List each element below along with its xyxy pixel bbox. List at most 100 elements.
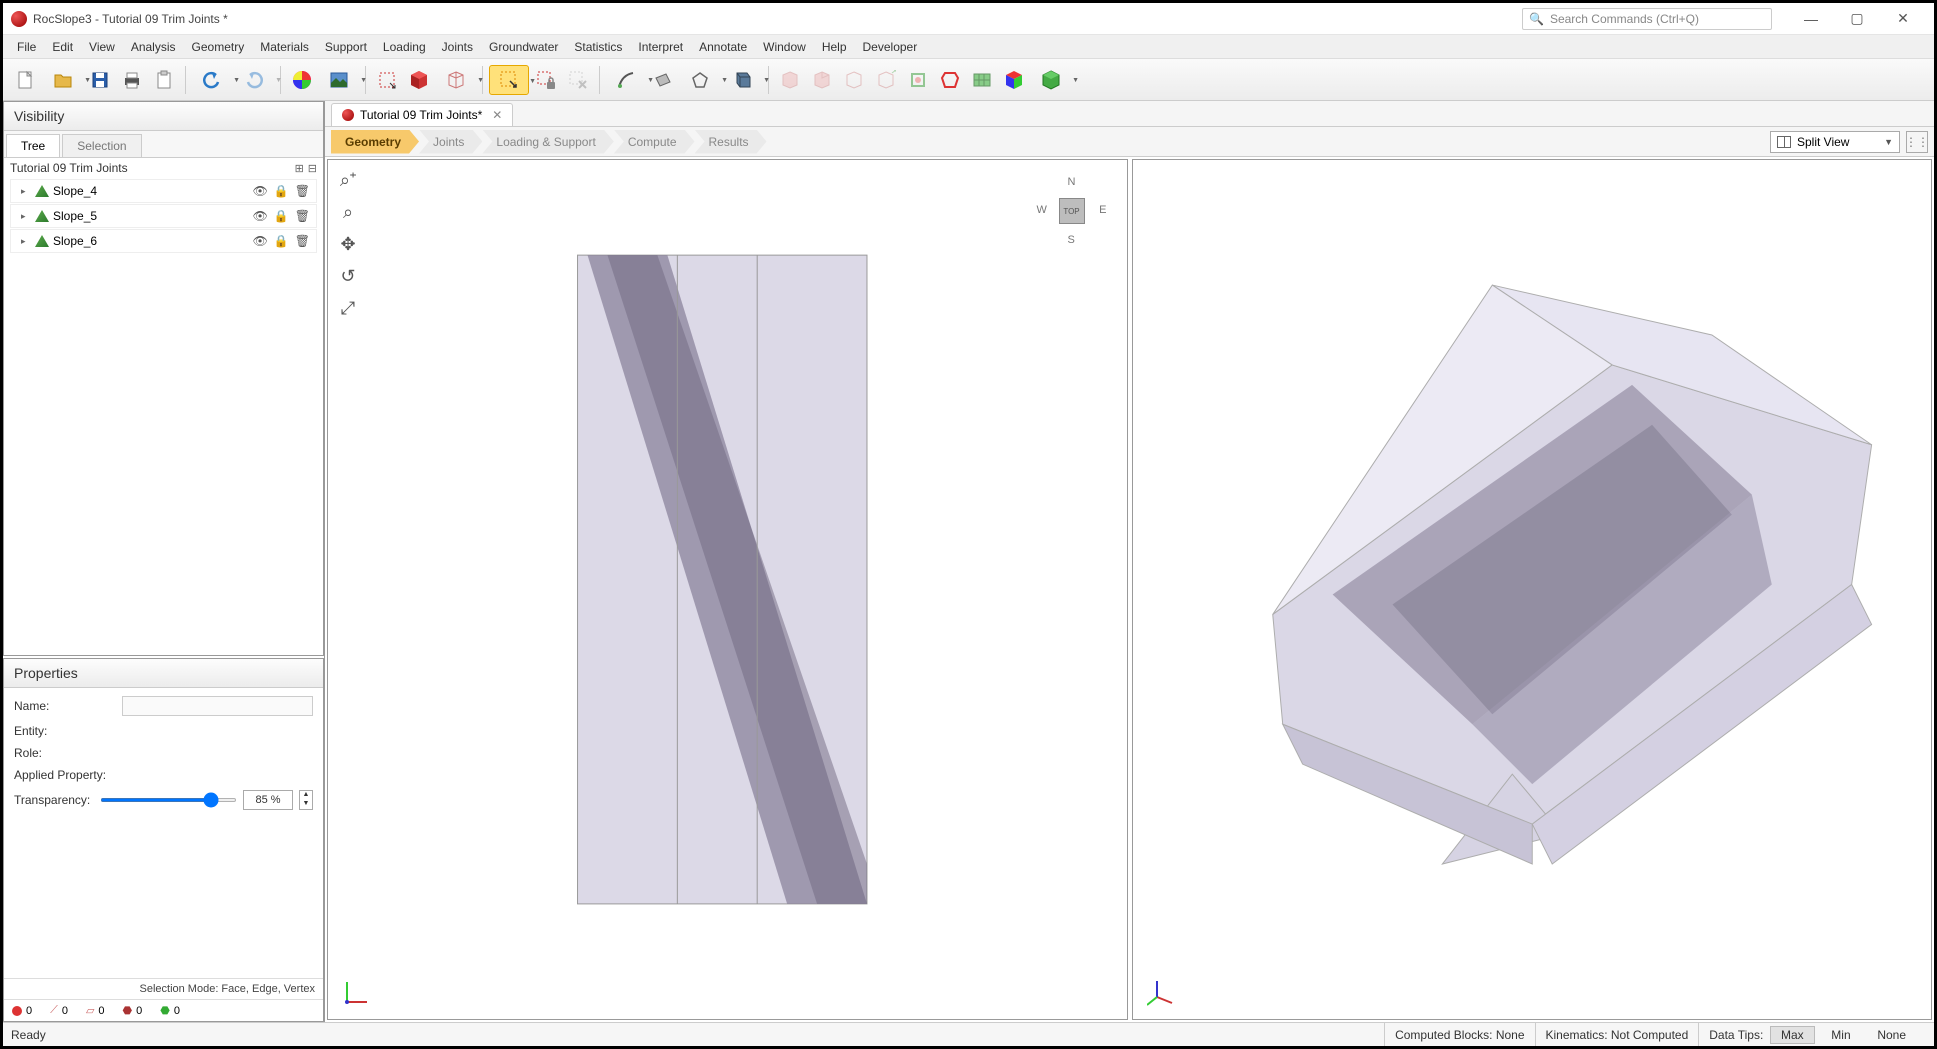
selection-mode-button[interactable]: ▼	[489, 65, 529, 95]
expand-arrow-icon[interactable]: ▸	[21, 186, 31, 197]
menu-analysis[interactable]: Analysis	[123, 37, 184, 57]
close-tab-icon[interactable]: ✕	[492, 108, 502, 122]
new-file-button[interactable]	[11, 65, 41, 95]
view-mode-select[interactable]: Split View ▼	[1770, 131, 1900, 153]
rotate-icon[interactable]: ↺	[336, 264, 360, 288]
stage-results[interactable]: Results	[695, 130, 767, 154]
cube-arrow-button[interactable]	[871, 65, 901, 95]
tree-root[interactable]: Tutorial 09 Trim Joints ⊞⊟	[4, 158, 323, 178]
maximize-button[interactable]: ▢	[1834, 3, 1880, 35]
undo-button[interactable]: ▼	[192, 65, 232, 95]
image-button[interactable]: ▼	[319, 65, 359, 95]
transparency-value[interactable]: 85 %	[243, 790, 293, 810]
search-commands-input[interactable]: 🔍 Search Commands (Ctrl+Q)	[1522, 8, 1772, 30]
status-kinematics: Kinematics: Not Computed	[1535, 1023, 1699, 1046]
stage-loading-support[interactable]: Loading & Support	[482, 130, 613, 154]
stage-joints[interactable]: Joints	[419, 130, 482, 154]
redo-button[interactable]: ▼	[234, 65, 274, 95]
tab-tree[interactable]: Tree	[6, 134, 60, 157]
delete-icon[interactable]: 🗑	[295, 209, 310, 223]
transparency-slider[interactable]	[100, 798, 237, 802]
viewport-right[interactable]	[1132, 159, 1933, 1020]
menu-file[interactable]: File	[9, 37, 44, 57]
green-shape-button[interactable]	[903, 65, 933, 95]
zoom-window-icon[interactable]: ⌕⁺	[336, 168, 360, 192]
prop-transparency-label: Transparency:	[14, 793, 94, 807]
fit-icon[interactable]: ⤢	[336, 296, 360, 320]
pan-icon[interactable]: ✥	[336, 232, 360, 256]
datatips-none-button[interactable]: None	[1867, 1027, 1916, 1043]
print-button[interactable]	[117, 65, 147, 95]
minimize-button[interactable]: —	[1788, 3, 1834, 35]
cube-outline-2-button[interactable]	[807, 65, 837, 95]
wireframe-cube-button[interactable]: ▼	[436, 65, 476, 95]
stage-compute[interactable]: Compute	[614, 130, 695, 154]
name-input[interactable]	[122, 696, 313, 716]
datatips-min-button[interactable]: Min	[1821, 1027, 1860, 1043]
delete-icon[interactable]: 🗑	[295, 234, 310, 248]
draw-tool-button[interactable]: ▼	[606, 65, 646, 95]
point-count: 0	[26, 1005, 32, 1017]
menu-view[interactable]: View	[81, 37, 123, 57]
lock-icon[interactable]: 🔒	[274, 209, 289, 223]
prop-entity-label: Entity:	[14, 724, 114, 738]
compass-widget[interactable]: N S E W TOP	[1037, 176, 1107, 246]
compass-top[interactable]: TOP	[1059, 198, 1085, 224]
viewport-left-canvas	[328, 160, 1127, 1019]
lock-icon[interactable]: 🔒	[274, 234, 289, 248]
grid-button[interactable]	[967, 65, 997, 95]
menu-window[interactable]: Window	[755, 37, 814, 57]
doctab-tutorial09[interactable]: Tutorial 09 Trim Joints* ✕	[331, 103, 513, 126]
zoom-icon[interactable]: ⌕	[336, 200, 360, 224]
tree-item-slope6[interactable]: ▸ Slope_6 👁🔒🗑	[10, 229, 317, 253]
collapse-all-icon[interactable]: ⊟	[308, 162, 317, 175]
color-wheel-button[interactable]	[287, 65, 317, 95]
viewport-left[interactable]: ⌕⁺ ⌕ ✥ ↺ ⤢ N S E W TOP	[327, 159, 1128, 1020]
expand-arrow-icon[interactable]: ▸	[21, 211, 31, 222]
open-file-button[interactable]: ▼	[43, 65, 83, 95]
red-cube-button[interactable]	[404, 65, 434, 95]
delete-selection-button[interactable]	[563, 65, 593, 95]
plane-tool-button[interactable]	[648, 65, 678, 95]
datatips-max-button[interactable]: Max	[1770, 1026, 1815, 1044]
lock-icon[interactable]: 🔒	[274, 184, 289, 198]
eye-icon[interactable]: 👁	[253, 234, 268, 248]
cube-outline-3-button[interactable]	[839, 65, 869, 95]
delete-icon[interactable]: 🗑	[295, 184, 310, 198]
select-box-button[interactable]	[372, 65, 402, 95]
menu-edit[interactable]: Edit	[44, 37, 81, 57]
close-button[interactable]: ✕	[1880, 3, 1926, 35]
clipboard-button[interactable]	[149, 65, 179, 95]
red-outline-button[interactable]	[935, 65, 965, 95]
lock-selection-button[interactable]	[531, 65, 561, 95]
transparency-spinner[interactable]: ▲▼	[299, 790, 313, 810]
cube-outline-1-button[interactable]	[775, 65, 805, 95]
menu-help[interactable]: Help	[814, 37, 855, 57]
view-settings-button[interactable]: ⋮⋮	[1906, 131, 1928, 153]
menu-loading[interactable]: Loading	[375, 37, 434, 57]
tree-item-slope5[interactable]: ▸ Slope_5 👁 🔒 🗑	[10, 204, 317, 228]
tab-selection[interactable]: Selection	[62, 134, 141, 157]
visibility-tree: Tutorial 09 Trim Joints ⊞⊟ ▸ Slope_4 👁🔒🗑…	[4, 158, 323, 655]
menu-developer[interactable]: Developer	[855, 37, 926, 57]
menu-interpret[interactable]: Interpret	[630, 37, 691, 57]
expand-all-icon[interactable]: ⊞	[295, 162, 304, 175]
extrude-tool-button[interactable]: ▼	[722, 65, 762, 95]
eye-icon[interactable]: 👁	[253, 209, 268, 223]
shape-tool-button[interactable]: ▼	[680, 65, 720, 95]
colored-cube-button[interactable]	[999, 65, 1029, 95]
menu-geometry[interactable]: Geometry	[184, 37, 253, 57]
green-cube-button[interactable]: ▼	[1031, 65, 1071, 95]
tree-item-label: Slope_5	[53, 209, 249, 223]
menu-materials[interactable]: Materials	[252, 37, 317, 57]
menu-groundwater[interactable]: Groundwater	[481, 37, 566, 57]
menu-joints[interactable]: Joints	[434, 37, 481, 57]
eye-icon[interactable]: 👁	[253, 184, 268, 198]
stage-geometry[interactable]: Geometry	[331, 130, 419, 154]
menu-annotate[interactable]: Annotate	[691, 37, 755, 57]
tree-item-slope4[interactable]: ▸ Slope_4 👁🔒🗑	[10, 179, 317, 203]
save-button[interactable]	[85, 65, 115, 95]
menu-support[interactable]: Support	[317, 37, 375, 57]
menu-statistics[interactable]: Statistics	[566, 37, 630, 57]
expand-arrow-icon[interactable]: ▸	[21, 236, 31, 247]
